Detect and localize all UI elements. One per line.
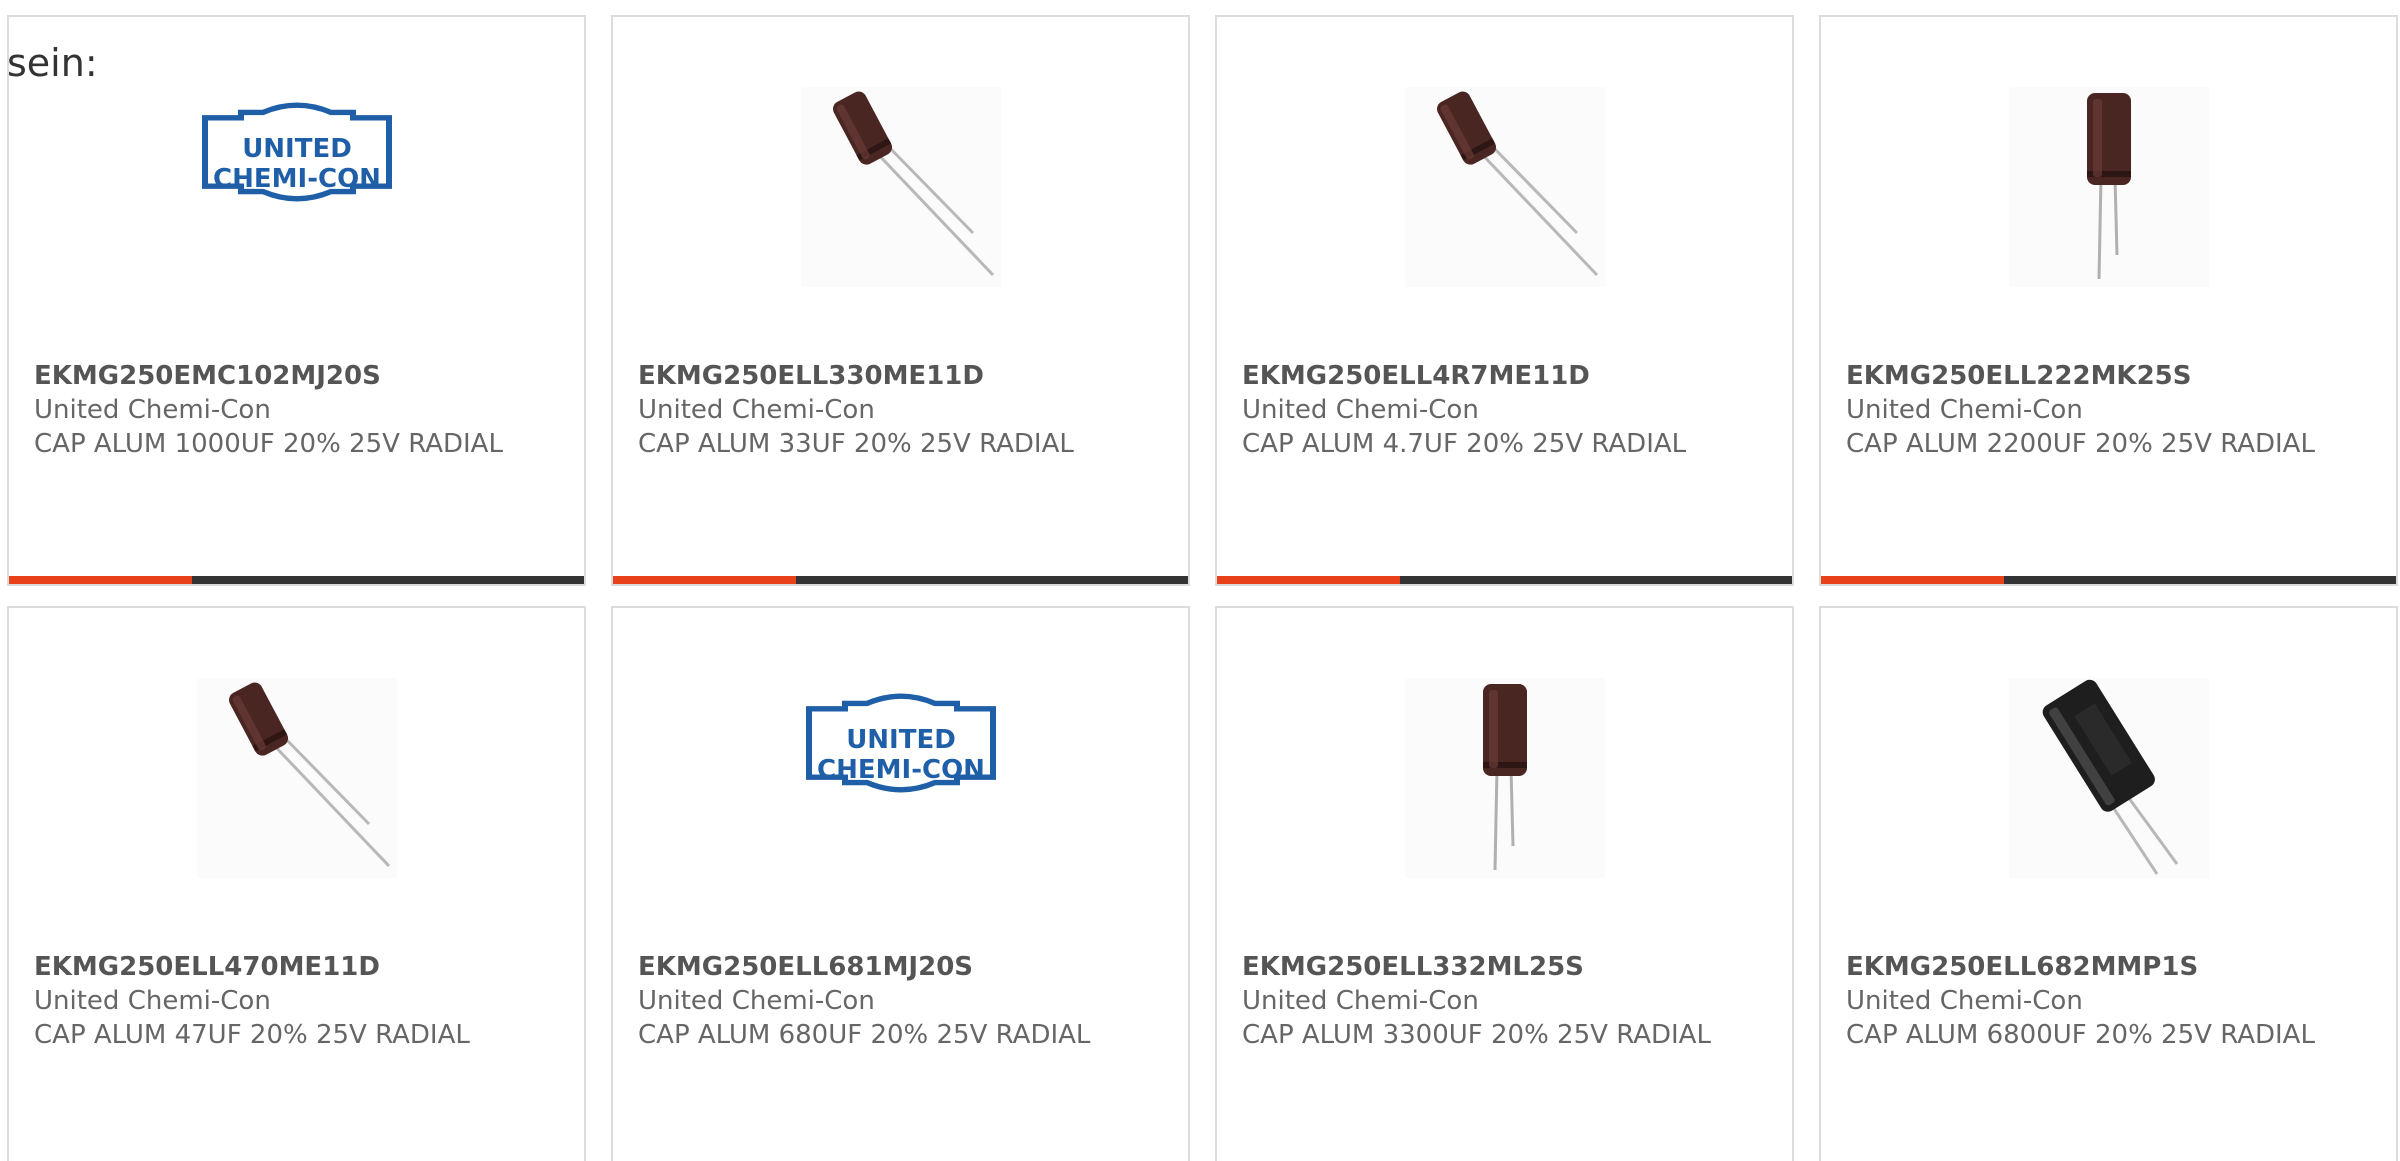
capacitor-image [197, 678, 397, 878]
manufacturer: United Chemi-Con [1846, 395, 2083, 425]
manufacturer: United Chemi-Con [1242, 986, 1479, 1016]
manufacturer: United Chemi-Con [1846, 986, 2083, 1016]
product-card[interactable]: EKMG250ELL682MMP1S United Chemi-Con CAP … [1819, 606, 2398, 1161]
description: CAP ALUM 3300UF 20% 25V RADIAL [1242, 1020, 1711, 1050]
description: CAP ALUM 680UF 20% 25V RADIAL [638, 1020, 1091, 1050]
part-number-link[interactable]: EKMG250ELL330ME11D [638, 359, 1158, 393]
svg-text:CHEMI-CON: CHEMI-CON [213, 164, 381, 194]
product-card[interactable]: EKMG250ELL222MK25S United Chemi-Con CAP … [1819, 15, 2398, 586]
product-card[interactable]: EKMG250ELL332ML25S United Chemi-Con CAP … [1215, 606, 1794, 1161]
product-card[interactable]: UNITED CHEMI-CON EKMG250ELL681MJ20S Unit… [611, 606, 1190, 1161]
product-card[interactable]: EKMG250ELL4R7ME11D United Chemi-Con CAP … [1215, 15, 1794, 586]
part-number-link[interactable]: EKMG250ELL682MMP1S [1846, 950, 2366, 984]
capacitor-image [801, 87, 1001, 287]
part-number-link[interactable]: EKMG250ELL332ML25S [1242, 950, 1762, 984]
part-number-link[interactable]: EKMG250ELL681MJ20S [638, 950, 1158, 984]
part-number-link[interactable]: EKMG250ELL4R7ME11D [1242, 359, 1762, 393]
svg-text:UNITED: UNITED [242, 134, 352, 164]
description: CAP ALUM 47UF 20% 25V RADIAL [34, 1020, 470, 1050]
svg-text:UNITED: UNITED [846, 725, 956, 755]
intro-text: sein: [7, 41, 98, 85]
product-grid-page: sein: UNITED CHEMI-CON EKMG250EMC102MJ20… [0, 0, 2400, 1161]
description: CAP ALUM 1000UF 20% 25V RADIAL [34, 429, 503, 459]
card-bottom-bar [1821, 576, 2396, 584]
card-accent-bar [1821, 576, 2004, 584]
part-number-link[interactable]: EKMG250ELL470ME11D [34, 950, 554, 984]
capacitor-image [2009, 87, 2209, 287]
united-chemi-con-logo: UNITED CHEMI-CON [202, 102, 392, 202]
manufacturer: United Chemi-Con [638, 395, 875, 425]
manufacturer: United Chemi-Con [34, 395, 271, 425]
capacitor-image [2009, 678, 2209, 878]
svg-text:CHEMI-CON: CHEMI-CON [817, 755, 985, 785]
card-accent-bar [9, 576, 192, 584]
capacitor-image [1405, 87, 1605, 287]
part-number-link[interactable]: EKMG250ELL222MK25S [1846, 359, 2366, 393]
card-bottom-bar [613, 576, 1188, 584]
card-bottom-bar [1217, 576, 1792, 584]
manufacturer: United Chemi-Con [638, 986, 875, 1016]
description: CAP ALUM 2200UF 20% 25V RADIAL [1846, 429, 2315, 459]
part-number-link[interactable]: EKMG250EMC102MJ20S [34, 359, 554, 393]
capacitor-image [1405, 678, 1605, 878]
manufacturer: United Chemi-Con [1242, 395, 1479, 425]
product-card[interactable]: UNITED CHEMI-CON EKMG250EMC102MJ20S Unit… [7, 15, 586, 586]
card-bottom-bar [9, 576, 584, 584]
description: CAP ALUM 33UF 20% 25V RADIAL [638, 429, 1074, 459]
card-accent-bar [1217, 576, 1400, 584]
product-card[interactable]: EKMG250ELL330ME11D United Chemi-Con CAP … [611, 15, 1190, 586]
manufacturer: United Chemi-Con [34, 986, 271, 1016]
card-accent-bar [613, 576, 796, 584]
description: CAP ALUM 4.7UF 20% 25V RADIAL [1242, 429, 1687, 459]
description: CAP ALUM 6800UF 20% 25V RADIAL [1846, 1020, 2315, 1050]
united-chemi-con-logo: UNITED CHEMI-CON [806, 693, 996, 793]
product-card[interactable]: EKMG250ELL470ME11D United Chemi-Con CAP … [7, 606, 586, 1161]
